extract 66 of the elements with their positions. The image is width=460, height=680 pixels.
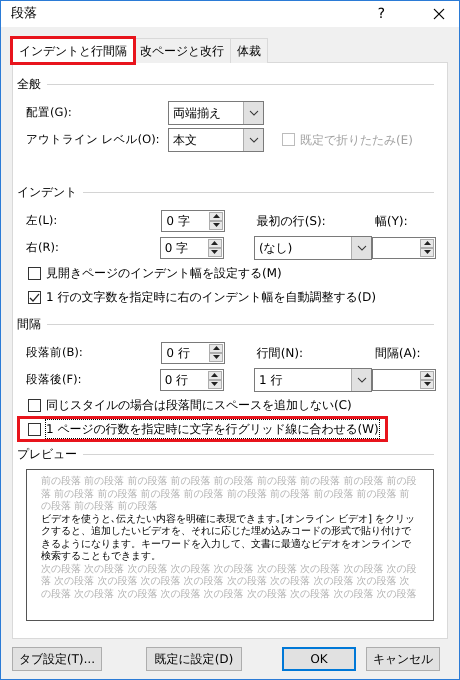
down-arrow-icon [211, 382, 218, 386]
up-arrow-icon [211, 373, 218, 377]
dialog-button[interactable]: OK [282, 647, 356, 671]
dialog-button[interactable]: 既定に設定(D) [146, 647, 242, 671]
down-arrow-icon [424, 250, 430, 254]
checkbox[interactable]: 1 行の文字数を指定時に右のインデント幅を自動調整する(D) [26, 287, 378, 307]
preview-text: ビデオを使うと､伝えたい内容を明確に表現できます｡[オンライン ビデオ] をクリックすると、追加したいビデオを、それに応じた埋め込みコードの形式で貼り付けできるようになります。キーワードを入力して、文書に最適なビデオをオンラインで検索することもできます。 [41, 514, 416, 564]
field-label: アウトライン レベル(O): [26, 132, 160, 146]
spin-up-button[interactable] [420, 370, 434, 380]
chevron-icon [356, 376, 366, 382]
field-label: 右(R): [26, 240, 59, 254]
spin-up-button[interactable] [209, 344, 224, 352]
checkbox[interactable]: 1 ページの行数を指定時に文字を行グリッド線に合わせる(W) [20, 419, 385, 439]
dialog-button[interactable]: タブ設定(T)... [12, 647, 102, 671]
dropdown[interactable]: 1 行 [254, 368, 372, 392]
spin-down-button[interactable] [208, 380, 222, 388]
check-icon [29, 292, 40, 302]
close-icon [433, 8, 445, 20]
field-label: 左(L): [26, 212, 58, 227]
tab[interactable]: 改ページと改行 [133, 38, 231, 63]
dropdown[interactable]: 本文 [168, 128, 264, 152]
spin-down-button[interactable] [208, 248, 222, 256]
field-label: 最初の行(S): [256, 214, 326, 228]
spin-up-button[interactable] [208, 370, 222, 380]
spinner-field[interactable]: 0 行 [161, 342, 226, 364]
section-heading: 全般 [17, 76, 41, 93]
help-button[interactable]: ? [374, 4, 389, 24]
field-label: 間隔(A): [374, 346, 421, 360]
down-arrow-icon [211, 250, 218, 254]
chevron-icon [248, 136, 258, 142]
tab[interactable]: インデントと行間隔 [12, 38, 134, 63]
spinner-field[interactable]: 0 字 [160, 236, 224, 258]
preview-text: 前の段落 前の段落 前の段落 前の段落 前の段落 前の段落 前の段落 前の段落 前の段落 前の段落 前の段落 前の段落 前の段落 前の段落 前の段落 前の段落 前の段落 前の段落 前の段落 前の段落 [41, 476, 418, 514]
field-label: 段落後(F): [26, 372, 82, 386]
up-arrow-icon [212, 214, 220, 218]
spinner-field[interactable]: 0 字 [161, 210, 226, 232]
dropdown[interactable]: (なし) [254, 236, 372, 260]
spin-up-button[interactable] [420, 238, 434, 248]
down-arrow-icon [212, 355, 220, 359]
field-label: 幅(Y): [374, 214, 408, 228]
field-label: 行間(N): [256, 346, 304, 360]
dialog-button[interactable]: キャンセル [366, 647, 440, 671]
field-label: 配置(G): [26, 104, 72, 119]
spin-up-button[interactable] [209, 212, 224, 220]
spinner-field[interactable]: 0 行 [160, 368, 224, 390]
up-arrow-icon [424, 241, 430, 245]
preview-text: 次の段落 次の段落 次の段落 次の段落 次の段落 次の段落 次の段落 次の段落 次の段落 次の段落 次の段落 次の段落 次の段落 次の段落 次の段落 次の段落 次の段落 次の段落 次の段落 次の段落 次の段落 次の段落 次の段落 次の段落 次の段落 次の段落 [41, 564, 418, 601]
spinner-field[interactable] [372, 368, 436, 390]
chevron-icon [248, 110, 258, 116]
window-title: 段落 [11, 5, 38, 24]
section-heading: 間隔 [17, 316, 41, 333]
down-arrow-icon [424, 382, 430, 386]
dropdown[interactable]: 両端揃え [168, 100, 264, 124]
up-arrow-icon [424, 373, 430, 377]
section-heading: インデント [17, 184, 77, 201]
spinner-field[interactable] [372, 236, 436, 258]
checkbox[interactable]: 同じスタイルの場合は段落間にスペースを追加しない(C) [26, 395, 354, 415]
down-arrow-icon [212, 223, 220, 227]
up-arrow-icon [212, 346, 220, 350]
chevron-icon [356, 244, 366, 250]
checkbox[interactable]: 見開きページのインデント幅を設定する(M) [26, 263, 284, 283]
up-arrow-icon [211, 241, 218, 245]
field-label: 段落前(B): [26, 344, 83, 359]
tab[interactable]: 体裁 [230, 38, 268, 63]
spin-up-button[interactable] [208, 238, 222, 248]
section-heading: プレビュー [17, 446, 77, 463]
